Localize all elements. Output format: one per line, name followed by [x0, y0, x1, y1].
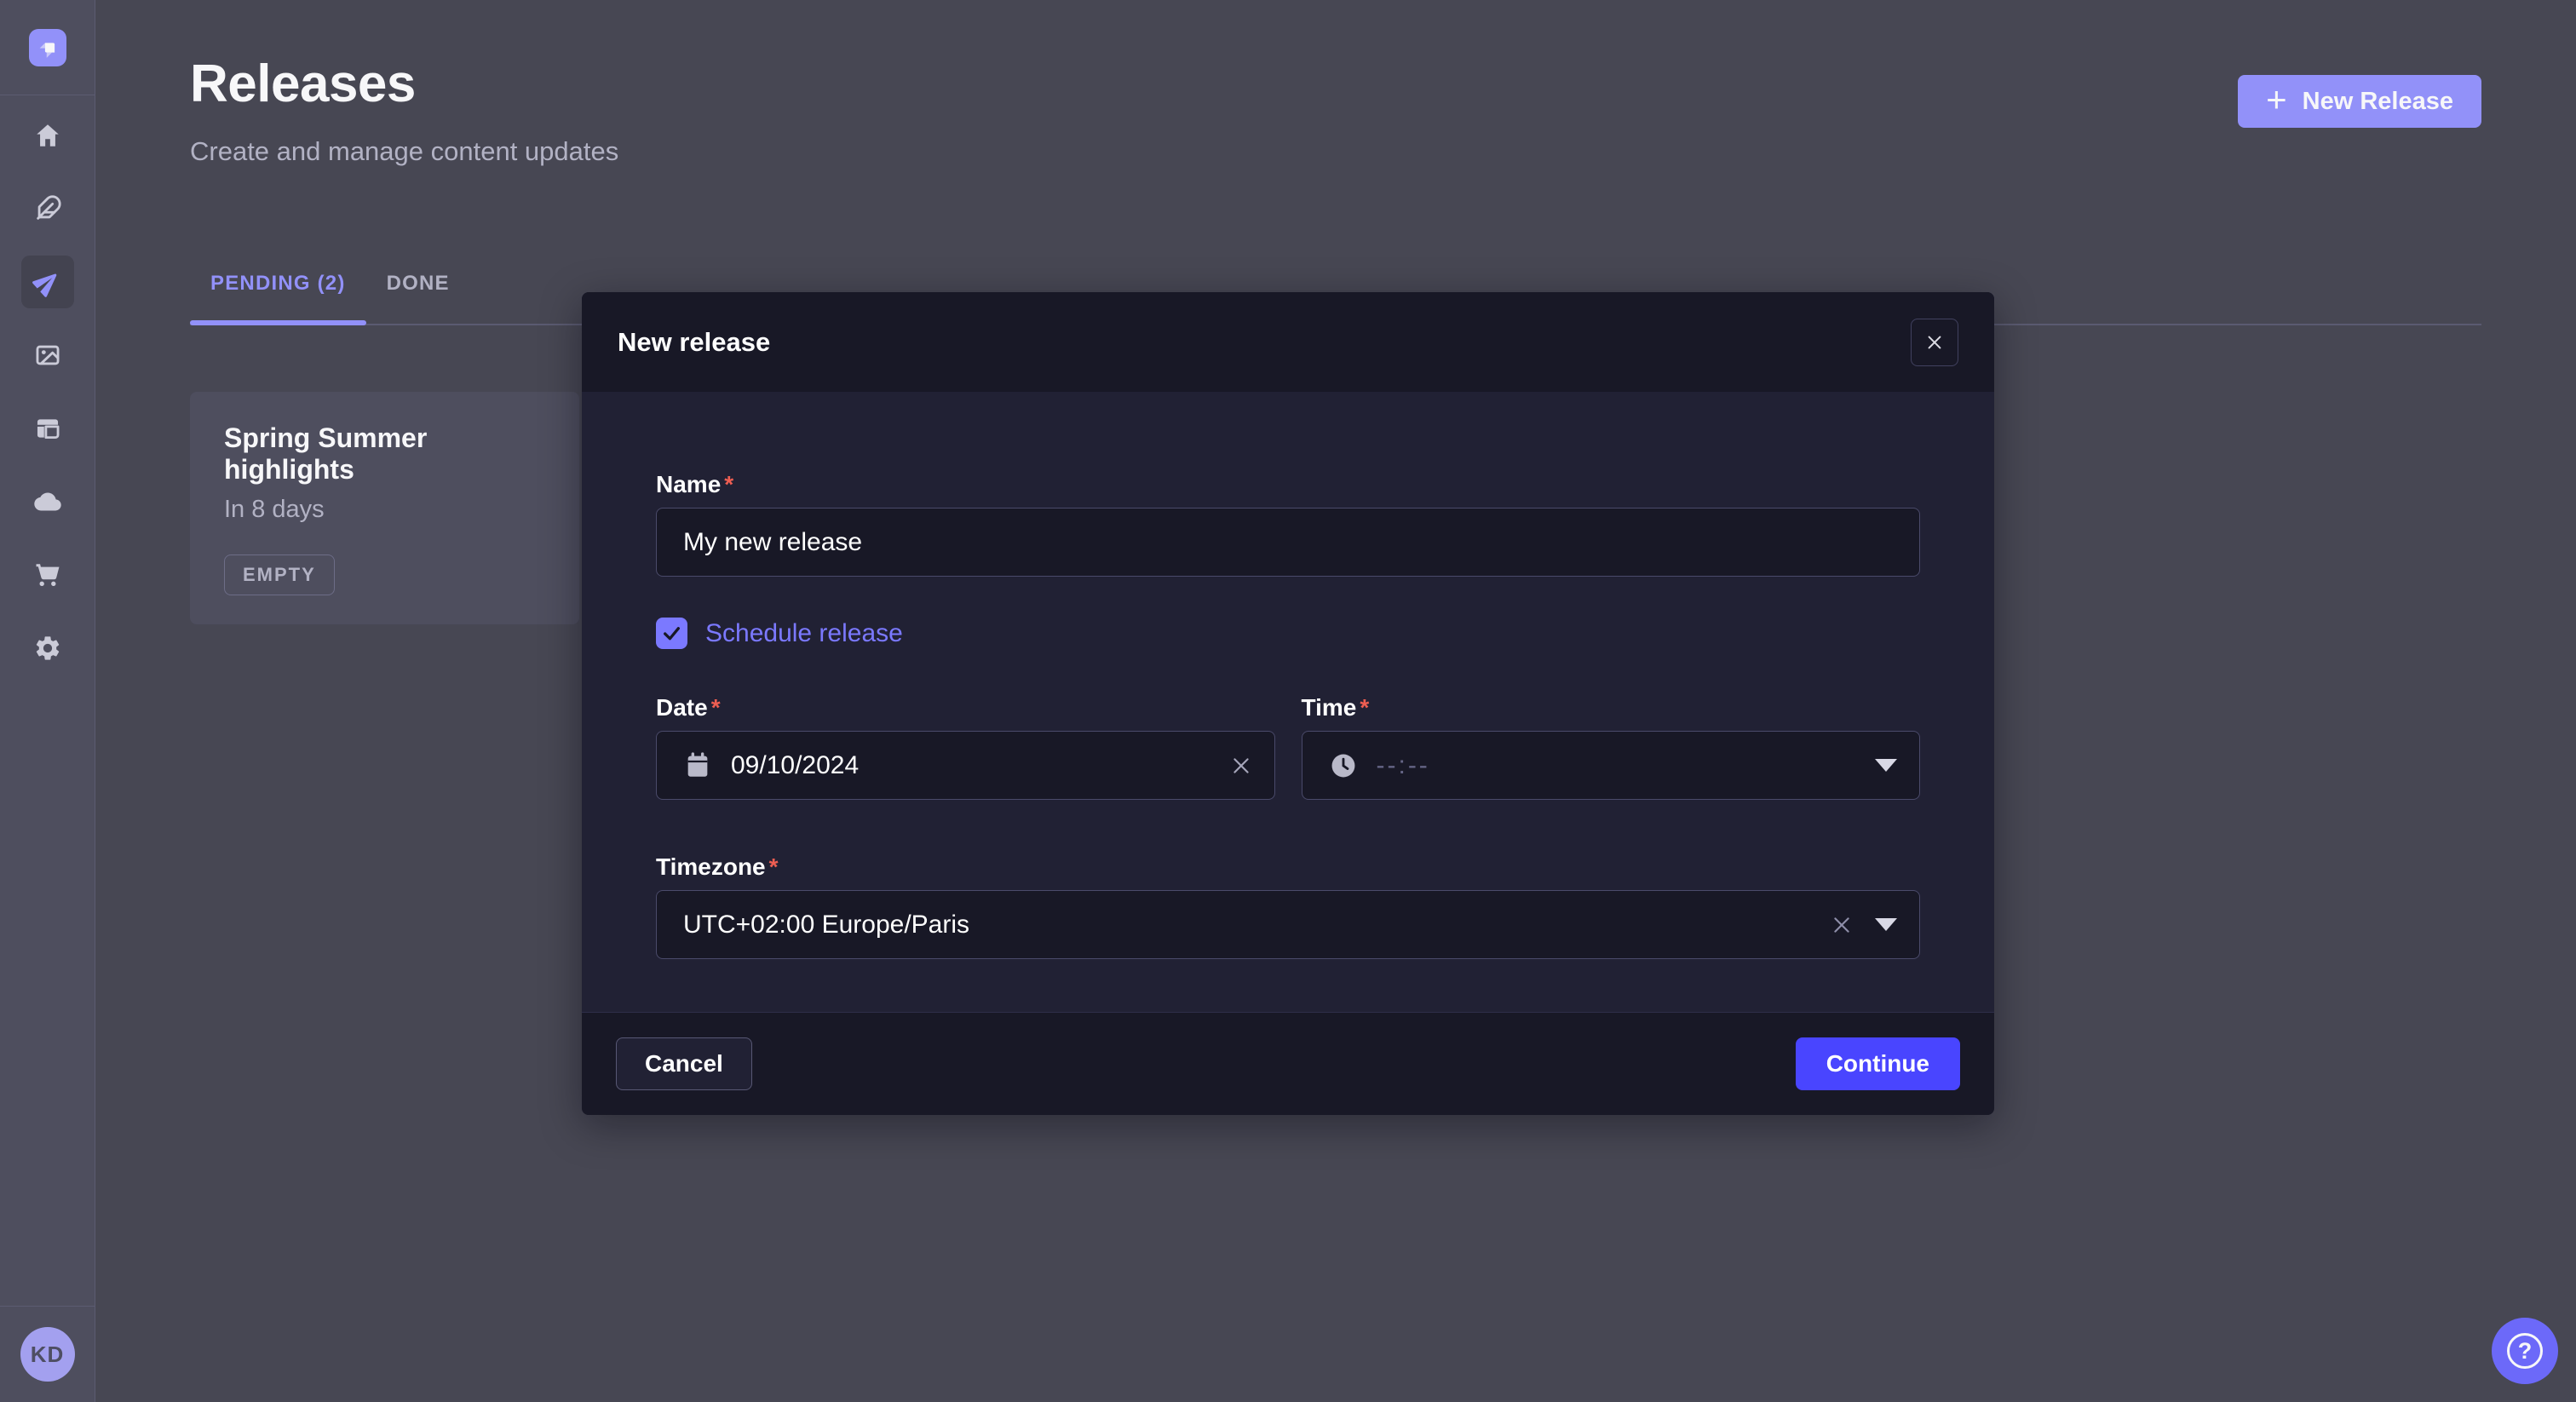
modal-title: New release — [618, 327, 770, 358]
time-field-block: Time* --:-- — [1302, 693, 1921, 800]
time-label: Time* — [1302, 693, 1921, 722]
name-label-text: Name — [656, 471, 721, 497]
required-mark: * — [711, 694, 721, 721]
clear-timezone-button[interactable] — [1831, 914, 1853, 936]
date-field-block: Date* 09/10/2024 — [656, 693, 1275, 800]
date-label: Date* — [656, 693, 1275, 722]
timezone-select[interactable]: UTC+02:00 Europe/Paris — [656, 890, 1920, 959]
name-label: Name* — [656, 470, 1920, 499]
date-input[interactable]: 09/10/2024 — [656, 731, 1275, 800]
required-mark: * — [1360, 694, 1369, 721]
clock-icon — [1329, 751, 1358, 780]
continue-button[interactable]: Continue — [1796, 1037, 1960, 1090]
required-mark: * — [724, 471, 733, 497]
name-field-block: Name* — [656, 470, 1920, 577]
close-button[interactable] — [1911, 319, 1958, 366]
time-label-text: Time — [1302, 694, 1357, 721]
time-input[interactable]: --:-- — [1302, 731, 1921, 800]
schedule-release-label: Schedule release — [705, 619, 903, 648]
new-release-modal: New release Name* Schedule release Date* — [582, 292, 1994, 1115]
x-icon — [1230, 755, 1252, 777]
caret-down-icon — [1875, 918, 1897, 931]
date-time-row: Date* 09/10/2024 Time* — [656, 693, 1920, 800]
clear-date-button[interactable] — [1230, 755, 1252, 777]
required-mark: * — [769, 853, 779, 880]
caret-down-icon — [1875, 759, 1897, 772]
timezone-label-text: Timezone — [656, 853, 766, 880]
modal-footer: Cancel Continue — [582, 1012, 1994, 1115]
date-label-text: Date — [656, 694, 708, 721]
timezone-label: Timezone* — [656, 853, 1920, 882]
modal-header: New release — [582, 292, 1994, 392]
timezone-value: UTC+02:00 Europe/Paris — [683, 911, 1812, 939]
x-icon — [1925, 333, 1944, 352]
x-icon — [1831, 914, 1853, 936]
checkbox-checked-icon[interactable] — [656, 618, 687, 649]
calendar-icon — [683, 751, 712, 780]
time-placeholder: --:-- — [1377, 751, 1854, 780]
date-value: 09/10/2024 — [731, 751, 1211, 780]
name-input[interactable] — [656, 508, 1920, 577]
timezone-field-block: Timezone* UTC+02:00 Europe/Paris — [656, 853, 1920, 959]
schedule-release-toggle[interactable]: Schedule release — [656, 618, 1920, 649]
cancel-button[interactable]: Cancel — [616, 1037, 752, 1090]
modal-body: Name* Schedule release Date* — [582, 392, 1994, 1012]
